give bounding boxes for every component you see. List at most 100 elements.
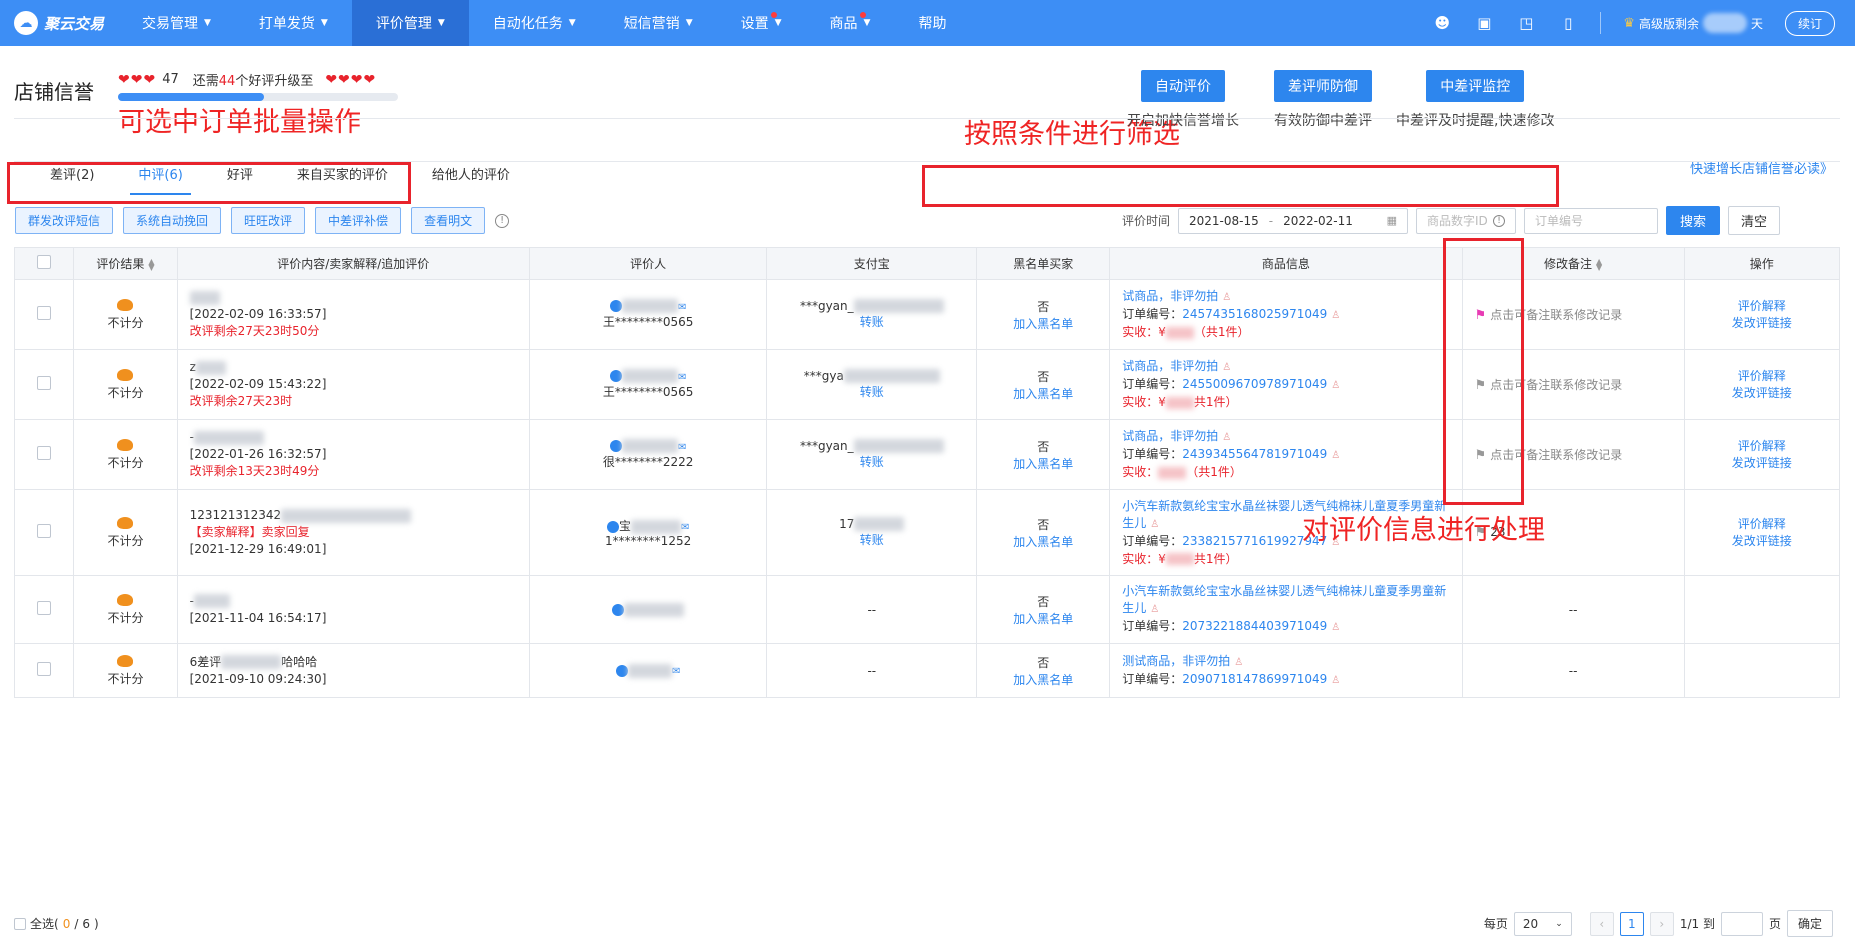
order-number-link[interactable]: 2090718147869971049 (1182, 672, 1327, 686)
reviewer-avatar-icon (606, 520, 619, 533)
transfer-link[interactable]: 转账 (767, 313, 976, 330)
chat-icon[interactable]: ✉ (681, 522, 689, 533)
order-number-link[interactable]: 2439345564781971049 (1182, 447, 1327, 461)
row-checkbox[interactable] (37, 524, 52, 538)
search-button[interactable]: 搜索 (1666, 206, 1721, 235)
nav-sms-marketing[interactable]: 短信营销 ▼ (600, 0, 717, 46)
goods-title-link[interactable]: 试商品，非评勿拍 (1122, 429, 1218, 443)
nav-products[interactable]: 商品 ▼ (806, 0, 895, 46)
nav-automation[interactable]: 自动化任务 ▼ (469, 0, 600, 46)
nav-review-management[interactable]: 评价管理 ▼ (351, 0, 469, 46)
compensation-button[interactable]: 中差评补偿 (315, 207, 402, 234)
explain-review-link[interactable]: 评价解释 (1685, 368, 1839, 385)
page-number-button[interactable]: 1 (1619, 911, 1644, 936)
select-all-footer[interactable]: 全选(0/6) (14, 915, 99, 932)
top-navigation-bar: ☁ 聚云交易 交易管理 ▼ 打单发货 ▼ 评价管理 ▼ 自动化任务 ▼ 短信营销 ▼ 设置… (0, 0, 1855, 46)
order-number-link[interactable]: 2073221884403971049 (1182, 619, 1327, 633)
alipay-cell: 17 转账 (766, 489, 978, 576)
reviewer-cell: ✉ 很********2222 (528, 419, 768, 490)
header-result[interactable]: 评价结果 ▲ ▼ (73, 247, 178, 280)
nav-print-ship[interactable]: 打单发货 ▼ (235, 0, 352, 46)
add-blacklist-link[interactable]: 加入黑名单 (977, 385, 1109, 402)
goods-title-link[interactable]: 试商品，非评勿拍 (1122, 359, 1218, 373)
view-plaintext-button[interactable]: 查看明文 (411, 207, 486, 234)
mobile-icon[interactable]: ▯ (1558, 13, 1578, 33)
date-range-picker[interactable]: 2021-08-15 - 2022-02-11 ▦ (1178, 207, 1409, 234)
goods-title-link[interactable]: 测试商品，非评勿拍 (1122, 654, 1230, 668)
auto-recover-button[interactable]: 系统自动挽回 (123, 207, 222, 234)
header-blacklist: 黑名单买家 (976, 247, 1111, 280)
mass-sms-button[interactable]: 群发改评短信 (15, 207, 114, 234)
nav-settings[interactable]: 设置 ▼ (717, 0, 806, 46)
chat-icon[interactable]: ✉ (672, 666, 680, 677)
nav-label: 交易管理 (142, 16, 198, 32)
transfer-link[interactable]: 转账 (767, 531, 976, 548)
reviewer-avatar-icon (609, 440, 622, 453)
blurred-amount (1158, 466, 1187, 479)
explain-review-link[interactable]: 评价解释 (1685, 516, 1839, 533)
nav-help[interactable]: 帮助 (894, 0, 970, 46)
chat-icon[interactable]: ✉ (678, 302, 686, 313)
nav-trade-management[interactable]: 交易管理 ▼ (118, 0, 235, 46)
order-number-input[interactable]: 订单编号 (1524, 207, 1659, 234)
chat-icon[interactable]: ✉ (678, 372, 686, 383)
explain-review-link[interactable]: 评价解释 (1685, 298, 1839, 315)
review-monitor-button[interactable]: 中差评监控 (1426, 70, 1525, 102)
select-all-label: 全选( (30, 917, 59, 931)
transfer-link[interactable]: 转账 (767, 383, 976, 400)
per-page-select[interactable]: 20 ⌄ (1513, 911, 1572, 936)
result-label: 不计分 (107, 315, 144, 330)
order-number-link[interactable]: 2455009670978971049 (1182, 377, 1327, 391)
clear-button[interactable]: 清空 (1728, 206, 1781, 235)
row-checkbox[interactable] (37, 306, 52, 320)
result-cell: 不计分 (73, 575, 178, 644)
info-icon[interactable]: ! (495, 213, 510, 228)
renew-button[interactable]: 续订 (1784, 10, 1835, 36)
select-all-checkbox[interactable] (37, 255, 52, 269)
next-page-button[interactable]: › (1649, 911, 1674, 936)
row-checkbox[interactable] (37, 376, 52, 390)
explain-review-link[interactable]: 评价解释 (1685, 438, 1839, 455)
page-jump-input[interactable] (1720, 911, 1763, 936)
send-change-link[interactable]: 发改评链接 (1685, 533, 1839, 550)
row-checkbox-cell (13, 419, 75, 490)
table-row: 不计分 - [2021-11-04 16:54:17] -- 否 加入黑名单 小… (13, 575, 1841, 644)
screen-icon[interactable]: ◳ (1516, 13, 1536, 33)
send-change-link[interactable]: 发改评链接 (1685, 315, 1839, 332)
chevron-down-icon: ▼ (863, 18, 871, 28)
send-change-link[interactable]: 发改评链接 (1685, 455, 1839, 472)
bad-reviewer-defense-button[interactable]: 差评师防御 (1274, 70, 1372, 102)
wangwang-change-button[interactable]: 旺旺改评 (231, 207, 306, 234)
order-number-link[interactable]: 2457435168025971049 (1182, 307, 1327, 321)
send-change-link[interactable]: 发改评链接 (1685, 385, 1839, 402)
sort-icon[interactable]: ▲ ▼ (1596, 257, 1602, 271)
add-blacklist-link[interactable]: 加入黑名单 (977, 610, 1109, 627)
ticket-icon[interactable]: ▣ (1474, 13, 1494, 33)
service-icon[interactable]: ☻ (1432, 13, 1452, 33)
add-blacklist-link[interactable]: 加入黑名单 (977, 671, 1109, 688)
sort-icon[interactable]: ▲ ▼ (148, 257, 154, 271)
auto-review-button[interactable]: 自动评价 (1141, 70, 1225, 102)
add-blacklist-link[interactable]: 加入黑名单 (977, 455, 1109, 472)
prev-page-button[interactable]: ‹ (1589, 911, 1614, 936)
row-checkbox[interactable] (37, 446, 52, 460)
row-checkbox[interactable] (37, 601, 52, 615)
page-confirm-button[interactable]: 确定 (1786, 910, 1833, 937)
app-logo[interactable]: ☁ 聚云交易 (14, 10, 104, 36)
add-blacklist-link[interactable]: 加入黑名单 (977, 533, 1109, 550)
result-label: 不计分 (107, 455, 144, 470)
transfer-link[interactable]: 转账 (767, 453, 976, 470)
add-blacklist-link[interactable]: 加入黑名单 (977, 315, 1109, 332)
goods-title-link[interactable]: 小汽车新款氨纶宝宝水晶丝袜婴儿透气纯棉袜儿童夏季男童新生儿 (1122, 584, 1446, 615)
reviewer-avatar-icon (612, 603, 625, 616)
chat-icon[interactable]: ✉ (678, 442, 686, 453)
goods-title-link[interactable]: 试商品，非评勿拍 (1122, 289, 1218, 303)
actions-cell (1683, 575, 1841, 644)
calendar-icon: ▦ (1386, 214, 1398, 227)
nav-label: 自动化任务 (492, 16, 563, 32)
product-id-input[interactable]: 商品数字ID ! (1416, 207, 1517, 234)
current-level-hearts: ❤❤❤ (118, 71, 157, 88)
row-checkbox-cell (13, 349, 75, 420)
footer-select-all-checkbox[interactable] (14, 917, 26, 930)
row-checkbox[interactable] (37, 662, 52, 676)
